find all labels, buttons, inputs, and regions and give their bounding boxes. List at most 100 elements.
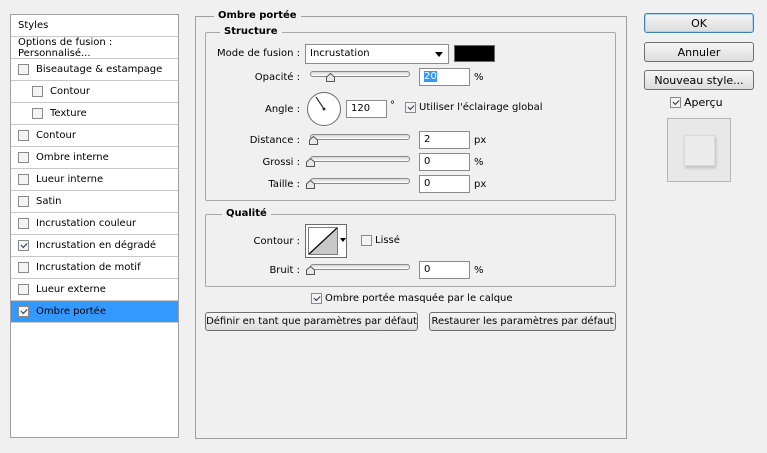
- noise-slider-thumb[interactable]: [306, 266, 315, 275]
- shadow-color-swatch[interactable]: [454, 45, 495, 62]
- size-input[interactable]: 0: [419, 175, 470, 193]
- styles-header[interactable]: Styles: [11, 15, 178, 37]
- sidebar-item-gradient-overlay[interactable]: Incrustation en dégradé: [11, 235, 178, 257]
- opacity-label: Opacité :: [254, 72, 300, 83]
- antialias-checkbox[interactable]: [361, 235, 372, 246]
- knockout-label: Ombre portée masquée par le calque: [325, 293, 513, 304]
- antialias-label: Lissé: [375, 235, 400, 246]
- size-slider-thumb[interactable]: [306, 180, 315, 189]
- sidebar-item-pattern-overlay[interactable]: Incrustation de motif: [11, 257, 178, 279]
- blend-mode-value: Incrustation: [310, 48, 370, 59]
- spread-label: Grossi :: [262, 157, 300, 168]
- blend-mode-label: Mode de fusion :: [217, 48, 300, 59]
- structure-title: Structure: [220, 26, 282, 37]
- preview-checkbox[interactable]: [670, 97, 681, 108]
- sidebar-item-inner-glow[interactable]: Lueur interne: [11, 169, 178, 191]
- noise-value: 0: [424, 264, 431, 275]
- chevron-down-icon: [435, 52, 443, 57]
- drop-shadow-checkbox[interactable]: [18, 306, 29, 317]
- knockout-checkbox[interactable]: [311, 293, 322, 304]
- distance-slider-thumb[interactable]: [309, 136, 318, 145]
- sidebar-item-inner-shadow[interactable]: Ombre interne: [11, 147, 178, 169]
- distance-slider[interactable]: [310, 134, 410, 140]
- antialias-checkbox-row[interactable]: Lissé: [361, 235, 400, 246]
- global-light-checkbox-row[interactable]: Utiliser l'éclairage global: [405, 102, 543, 113]
- sidebar-item-satin[interactable]: Satin: [11, 191, 178, 213]
- sidebar-item-label: Incrustation en dégradé: [36, 240, 157, 251]
- sidebar-item-outer-glow[interactable]: Lueur externe: [11, 279, 178, 301]
- distance-unit: px: [474, 135, 487, 146]
- noise-label: Bruit :: [269, 265, 300, 276]
- sidebar-item-drop-shadow[interactable]: Ombre portée: [11, 301, 178, 323]
- color-overlay-checkbox[interactable]: [18, 218, 29, 229]
- contour-dropdown-icon[interactable]: [340, 238, 346, 242]
- spread-unit: %: [474, 157, 484, 168]
- size-label: Taille :: [268, 179, 300, 190]
- satin-checkbox[interactable]: [18, 196, 29, 207]
- angle-dial-icon[interactable]: [306, 91, 342, 127]
- sidebar-item-label: Incrustation couleur: [36, 218, 137, 229]
- inner-shadow-checkbox[interactable]: [18, 152, 29, 163]
- sidebar-item-color-overlay[interactable]: Incrustation couleur: [11, 213, 178, 235]
- preview-checkbox-row[interactable]: Aperçu: [670, 96, 723, 109]
- bevel-contour-checkbox[interactable]: [32, 86, 43, 97]
- angle-unit: °: [390, 100, 395, 111]
- blending-options-item[interactable]: Options de fusion : Personnalisé...: [11, 37, 178, 59]
- spread-slider-thumb[interactable]: [306, 158, 315, 167]
- style-preview: [667, 118, 731, 182]
- reset-default-button[interactable]: Restaurer les paramètres par défaut: [429, 312, 616, 331]
- distance-input[interactable]: 2: [419, 131, 470, 149]
- sidebar-item-label: Contour: [50, 86, 90, 97]
- opacity-slider[interactable]: [310, 71, 410, 77]
- sidebar-item-bevel-contour[interactable]: Contour: [11, 81, 178, 103]
- sidebar-item-label: Texture: [50, 108, 87, 119]
- spread-slider[interactable]: [310, 156, 410, 162]
- global-light-label: Utiliser l'éclairage global: [419, 102, 543, 113]
- make-default-label: Définir en tant que paramètres par défau…: [206, 316, 417, 327]
- outer-glow-checkbox[interactable]: [18, 284, 29, 295]
- styles-header-label: Styles: [18, 20, 49, 31]
- global-light-checkbox[interactable]: [405, 102, 416, 113]
- stroke-checkbox[interactable]: [18, 130, 29, 141]
- noise-input[interactable]: 0: [419, 261, 470, 279]
- sidebar-item-label: Incrustation de motif: [36, 262, 141, 273]
- reset-default-label: Restaurer les paramètres par défaut: [431, 316, 614, 327]
- inner-glow-checkbox[interactable]: [18, 174, 29, 185]
- angle-input[interactable]: 120: [346, 100, 387, 118]
- distance-label: Distance :: [249, 135, 300, 146]
- contour-picker[interactable]: [305, 224, 347, 258]
- sidebar-item-texture[interactable]: Texture: [11, 103, 178, 125]
- distance-value: 2: [424, 134, 431, 145]
- quality-group: [205, 214, 616, 287]
- size-value: 0: [424, 178, 431, 189]
- opacity-slider-thumb[interactable]: [326, 73, 335, 82]
- angle-label: Angle :: [264, 104, 300, 115]
- blend-mode-select[interactable]: Incrustation: [305, 44, 449, 64]
- gradient-overlay-checkbox[interactable]: [18, 240, 29, 251]
- pattern-overlay-checkbox[interactable]: [18, 262, 29, 273]
- cancel-button[interactable]: Annuler: [644, 42, 754, 62]
- noise-slider[interactable]: [310, 264, 410, 270]
- size-unit: px: [474, 179, 487, 190]
- spread-value: 0: [424, 156, 431, 167]
- ok-button[interactable]: OK: [644, 13, 754, 33]
- preview-label: Aperçu: [684, 96, 723, 109]
- panel-title: Ombre portée: [214, 10, 301, 21]
- spread-input[interactable]: 0: [419, 153, 470, 171]
- quality-title: Qualité: [222, 208, 271, 219]
- opacity-input[interactable]: 20: [419, 68, 470, 86]
- new-style-button[interactable]: Nouveau style...: [644, 70, 754, 90]
- size-slider[interactable]: [310, 178, 410, 184]
- sidebar-item-stroke[interactable]: Contour: [11, 125, 178, 147]
- texture-checkbox[interactable]: [32, 108, 43, 119]
- sidebar-item-label: Ombre interne: [36, 152, 109, 163]
- sidebar-item-label: Satin: [36, 196, 62, 207]
- new-style-label: Nouveau style...: [654, 73, 744, 87]
- sidebar-item-bevel-emboss[interactable]: Biseautage & estampage: [11, 59, 178, 81]
- make-default-button[interactable]: Définir en tant que paramètres par défau…: [205, 312, 418, 331]
- noise-unit: %: [474, 265, 484, 276]
- knockout-checkbox-row[interactable]: Ombre portée masquée par le calque: [311, 293, 513, 304]
- bevel-emboss-checkbox[interactable]: [18, 64, 29, 75]
- sidebar-item-label: Biseautage & estampage: [36, 64, 163, 75]
- sidebar-item-label: Lueur externe: [36, 284, 106, 295]
